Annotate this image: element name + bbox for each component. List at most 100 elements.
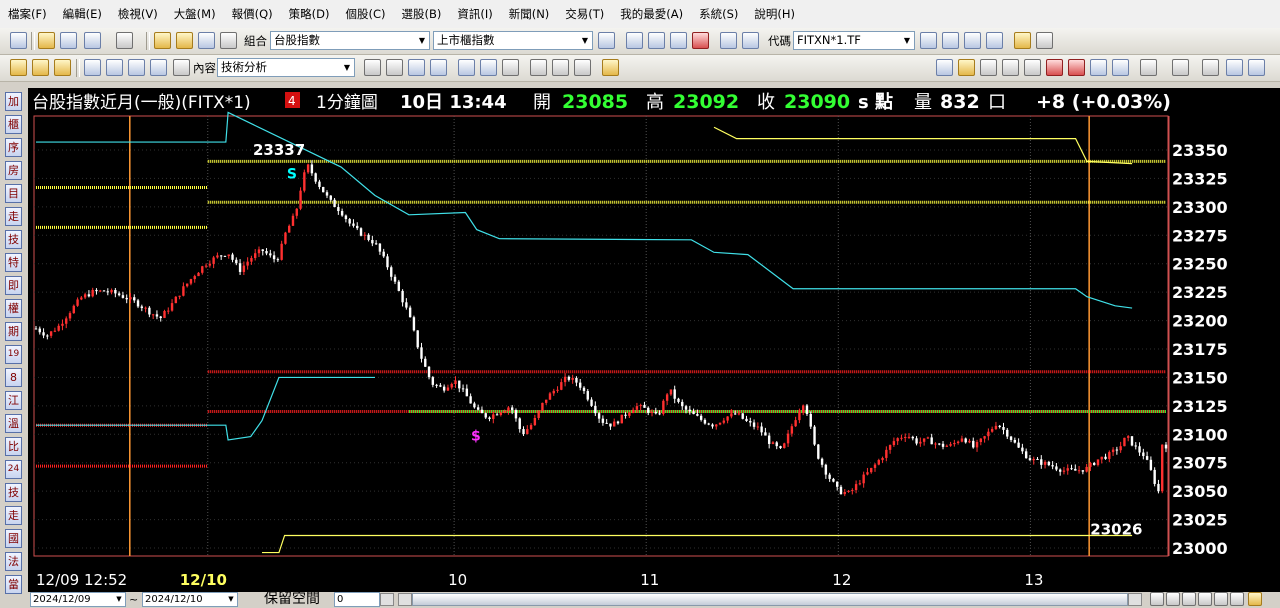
left-tab[interactable]: 比 [5,437,22,456]
chart-window[interactable]: 台股指數近月(一般)(FITX*1) 4 1分鐘圖 10日 13:44 開 23… [28,88,1280,592]
scrollbar-thumb[interactable] [412,593,1128,606]
menu-item[interactable]: 檢視(V) [110,0,166,28]
chevron-down-icon[interactable]: ▼ [578,32,592,49]
left-tab[interactable]: 走 [5,207,22,226]
left-tab[interactable]: 權 [5,299,22,318]
forward-arrow-icon[interactable] [116,32,133,49]
chart-settings-icon[interactable] [408,59,425,76]
text-tool-icon[interactable] [1226,59,1243,76]
paste-icon[interactable] [32,59,49,76]
wave-icon[interactable] [1090,59,1107,76]
menu-item[interactable]: 個股(C) [337,0,393,28]
zoom-in-icon[interactable] [1214,592,1228,606]
price-chart[interactable]: 台股指數近月(一般)(FITX*1) 4 1分鐘圖 10日 13:44 開 23… [28,88,1280,592]
move-icon[interactable] [1002,59,1019,76]
scroll-left-button[interactable] [398,593,412,606]
right-icon[interactable] [1198,592,1212,606]
menu-item[interactable]: 資訊(I) [449,0,500,28]
menu-item[interactable]: 大盤(M) [166,0,224,28]
menu-item[interactable]: 新聞(N) [501,0,558,28]
search-icon[interactable] [942,32,959,49]
camera-icon[interactable] [1036,32,1053,49]
code-select[interactable]: FITXN*1.TF ▼ [793,31,915,50]
trend-line-icon[interactable] [1140,59,1157,76]
fit-icon[interactable] [502,59,519,76]
menu-item[interactable]: 檔案(F) [0,0,55,28]
back-arrow-icon[interactable] [84,32,101,49]
gear-icon[interactable] [552,59,569,76]
chevron-down-icon[interactable]: ▼ [900,32,914,49]
menu-item[interactable]: 我的最愛(A) [612,0,691,28]
horizontal-lines-icon[interactable] [1172,59,1189,76]
left-tab[interactable]: 特 [5,253,22,272]
select-area-icon[interactable] [980,59,997,76]
menu-item[interactable]: 策略(D) [281,0,338,28]
open-folder-icon[interactable] [176,32,193,49]
new-file-icon[interactable] [154,32,171,49]
home-icon[interactable] [38,32,55,49]
grid-layout-icon[interactable] [150,59,167,76]
zoom-out-icon[interactable] [458,59,475,76]
content-select[interactable]: 技術分析 ▼ [217,58,355,77]
window-icon[interactable] [60,32,77,49]
clipboard-icon[interactable] [54,59,71,76]
left-tab[interactable]: 8 [5,368,22,387]
left-tab[interactable]: 24 [5,460,22,479]
left-tab[interactable]: 加 [5,92,22,111]
property-icon[interactable] [364,59,381,76]
bell-icon[interactable] [1248,592,1262,606]
left-icon[interactable] [1182,592,1196,606]
fibonacci-icon[interactable] [1202,59,1219,76]
bookmark-icon[interactable] [1014,32,1031,49]
menu-item[interactable]: 編輯(E) [55,0,110,28]
magnet-icon[interactable] [1046,59,1063,76]
tools-icon[interactable] [1230,592,1244,606]
candlestick-icon[interactable] [1068,59,1085,76]
favorite-icon[interactable] [692,32,709,49]
horizontal-scrollbar[interactable] [412,593,1128,606]
zoom-out-icon[interactable] [1150,592,1164,606]
rows-layout-icon[interactable] [106,59,123,76]
print-icon[interactable] [220,32,237,49]
pointer-icon[interactable] [936,59,953,76]
plot-area[interactable]: 23337 23026 S $ [33,111,1169,557]
scroll-up-icon[interactable] [720,32,737,49]
left-tab[interactable]: 國 [5,529,22,548]
left-tab[interactable]: 期 [5,322,22,341]
close-window-icon[interactable] [173,59,190,76]
copy-icon[interactable] [10,59,27,76]
left-tab[interactable]: 目 [5,184,22,203]
chevron-down-icon[interactable]: ▼ [113,593,125,606]
menu-item[interactable]: 報價(Q) [224,0,281,28]
row-layout-icon[interactable] [84,59,101,76]
left-tab[interactable]: 江 [5,391,22,410]
left-tab[interactable]: 即 [5,276,22,295]
layout-icon[interactable] [10,32,27,49]
left-tab[interactable]: 溫 [5,414,22,433]
left-tab[interactable]: 19 [5,345,22,364]
panel-icon[interactable] [530,59,547,76]
left-tab[interactable]: 法 [5,552,22,571]
enter-icon[interactable] [598,32,615,49]
refresh-icon[interactable] [670,32,687,49]
scroll-right-button[interactable] [1128,593,1142,606]
zoom-in-icon[interactable] [480,59,497,76]
enter-icon[interactable] [920,32,937,49]
table-icon[interactable] [574,59,591,76]
left-tab[interactable]: 房 [5,161,22,180]
frame-icon[interactable] [386,59,403,76]
letter-k-icon[interactable] [964,32,981,49]
letter-k-box-icon[interactable] [986,32,1003,49]
column-layout-icon[interactable] [128,59,145,76]
expand-icon[interactable] [626,32,643,49]
left-tab[interactable]: 技 [5,483,22,502]
date-to-input[interactable]: 2024/12/10 ▼ [142,592,238,607]
dollar-icon[interactable] [958,59,975,76]
clock-icon[interactable] [1166,592,1180,606]
menu-item[interactable]: 交易(T) [557,0,612,28]
window-restore-icon[interactable] [648,32,665,49]
chevron-down-icon[interactable]: ▼ [225,593,237,606]
eraser-icon[interactable] [1024,59,1041,76]
reserve-input[interactable]: 0 [334,592,380,607]
reserve-spinner[interactable] [380,593,394,606]
